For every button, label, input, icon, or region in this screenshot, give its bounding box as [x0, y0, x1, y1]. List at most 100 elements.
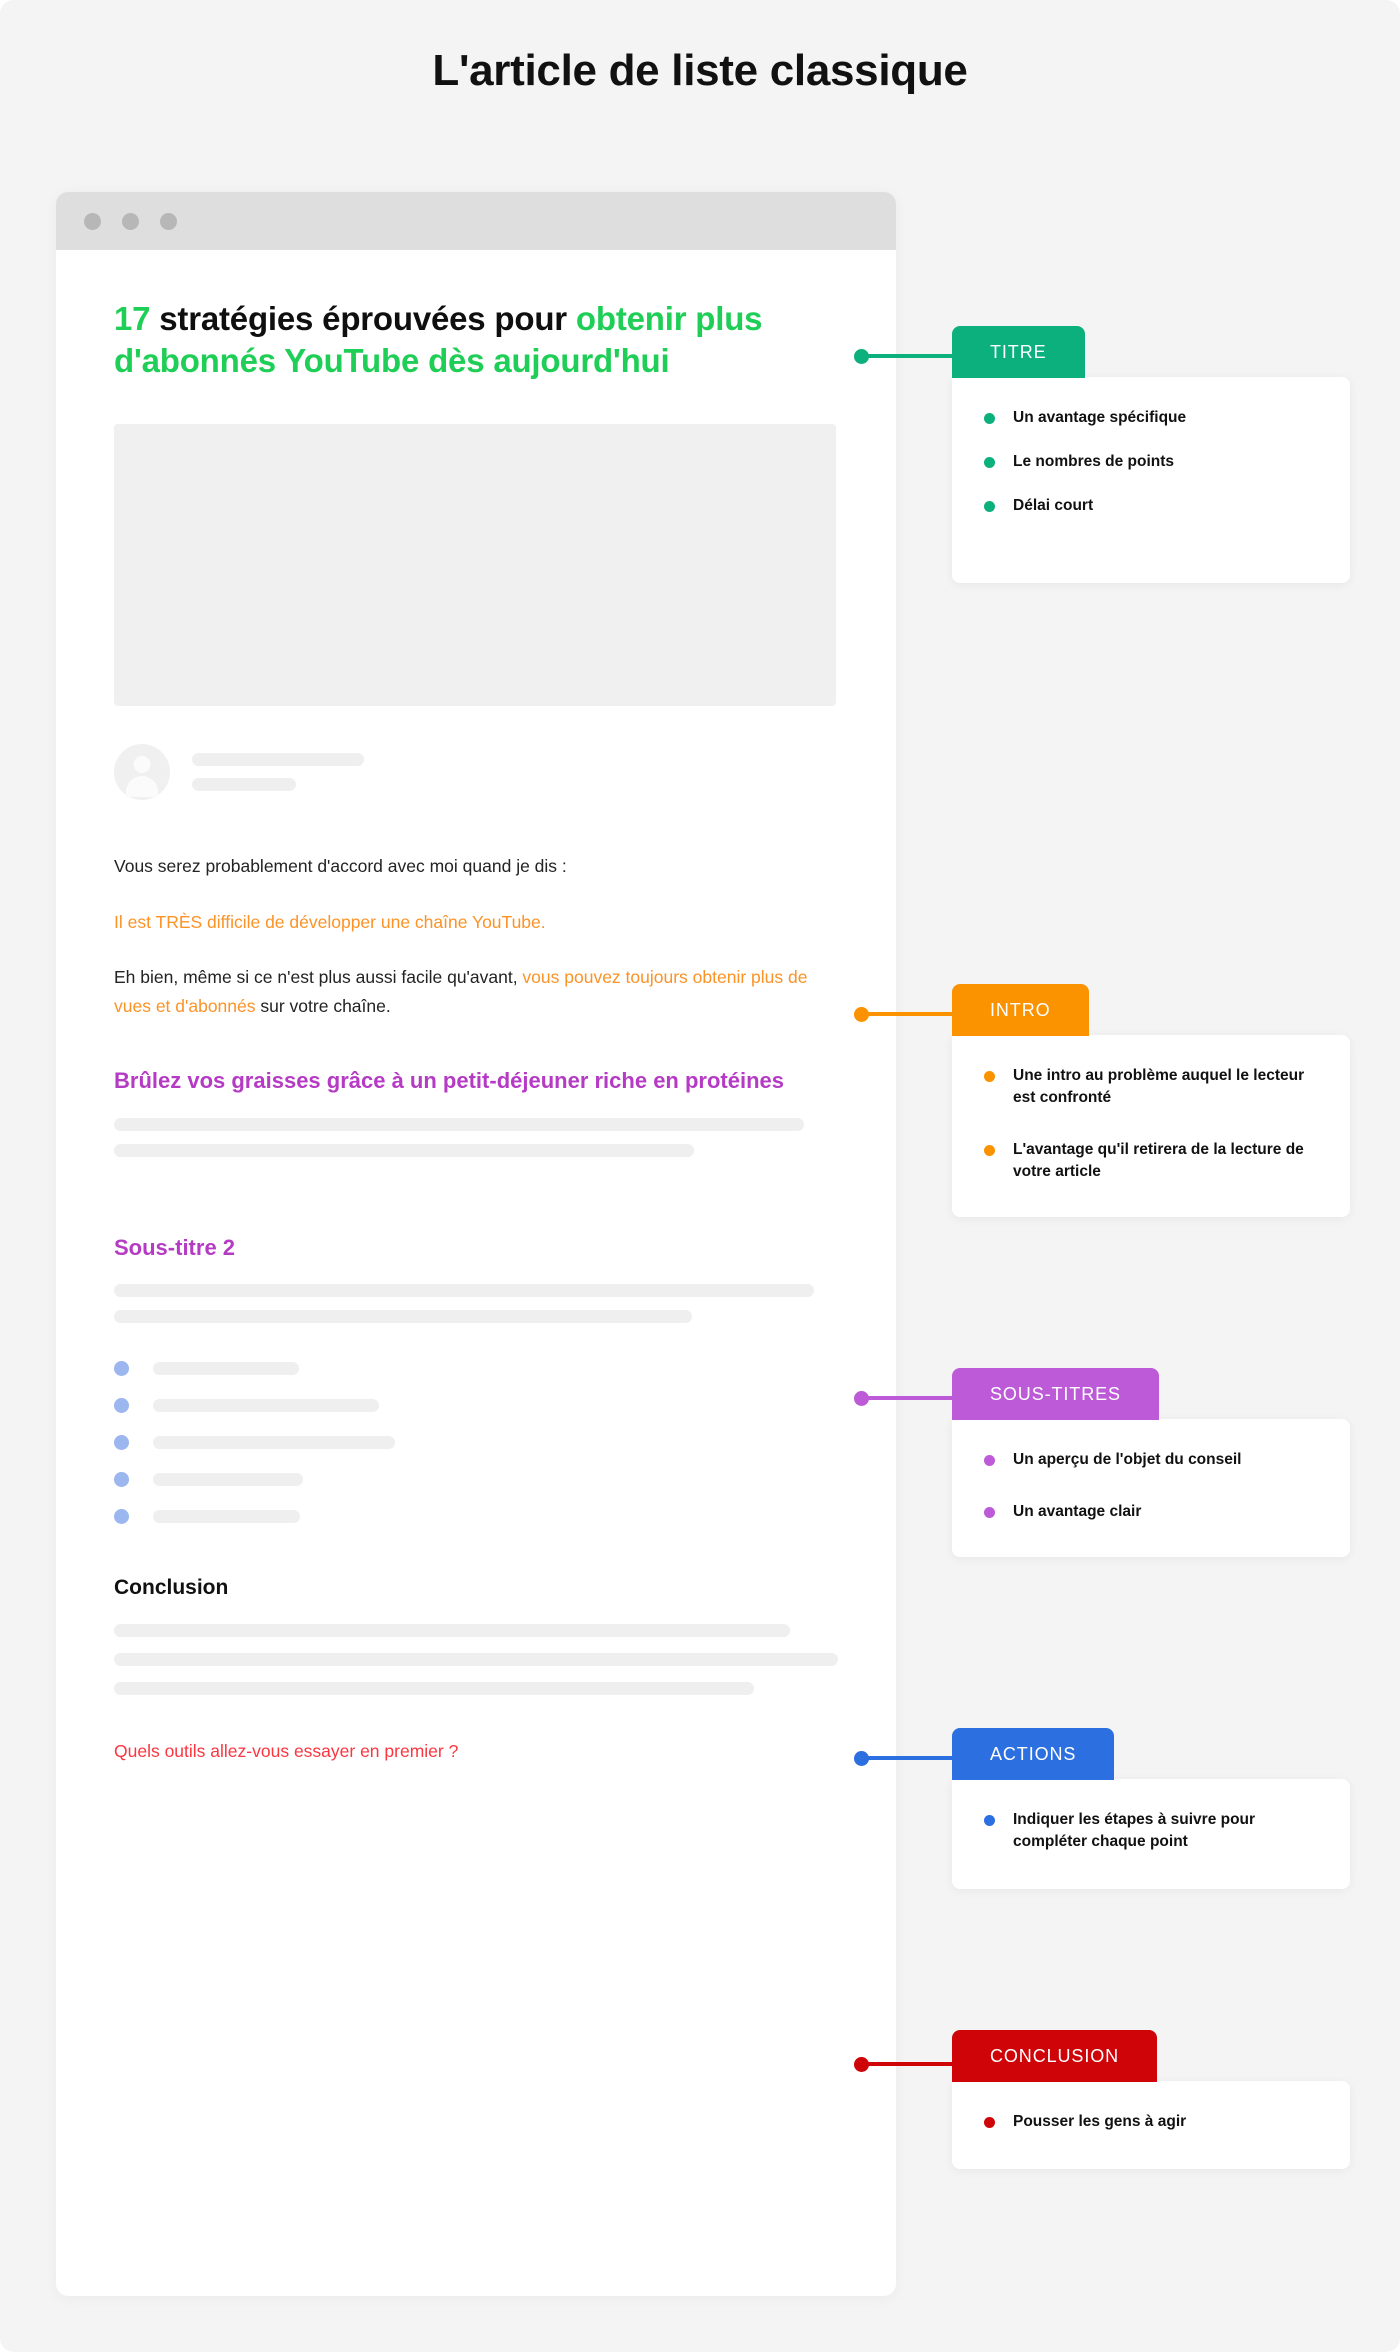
page-title: L'article de liste classique [432, 46, 968, 95]
browser-titlebar [56, 192, 896, 250]
headline-number: 17 [114, 300, 151, 337]
list-item: Le nombres de points [984, 451, 1318, 473]
connector-sous-titres [854, 1391, 953, 1406]
article-body: 17 stratégies éprouvées pour obtenir plu… [56, 250, 896, 2296]
callout-intro: INTRO Une intro au problème auquel le le… [952, 984, 1350, 1218]
intro-paragraph-1: Vous serez probablement d'accord avec mo… [114, 856, 567, 877]
intro-paragraph-3: Eh bien, même si ce n'est plus aussi fac… [114, 963, 838, 1020]
callout-conclusion: CONCLUSION Pousser les gens à agir [952, 2030, 1350, 2170]
callout-item-label: Un avantage clair [1013, 1503, 1142, 1520]
callout-card-conclusion: Pousser les gens à agir [952, 2081, 1350, 2169]
callout-item-label: Une intro au problème auquel le lecteur … [1013, 1067, 1305, 1106]
callout-badge-conclusion[interactable]: CONCLUSION [952, 2030, 1158, 2082]
bullet-dot-icon [984, 413, 995, 424]
callout-item-label: L'avantage qu'il retirera de la lecture … [1013, 1141, 1304, 1180]
callout-item-label: Indiquer les étapes à suivre pour complé… [1013, 1811, 1256, 1850]
skeleton-line [114, 1284, 814, 1298]
intro-p3-tail: sur votre chaîne. [255, 995, 391, 1016]
connector-dot-titre [854, 349, 869, 364]
callout-card-intro: Une intro au problème auquel le lecteur … [952, 1035, 1350, 1217]
list-item: L'avantage qu'il retirera de la lecture … [984, 1139, 1318, 1183]
bullet-dot-icon [984, 2117, 995, 2128]
list-item: Délai court [984, 495, 1318, 517]
page-root: L'article de liste classique 17 stratégi… [0, 0, 1400, 2352]
connector-titre [854, 349, 953, 364]
callout-badge-titre[interactable]: TITRE [952, 326, 1085, 378]
hero-image-placeholder [114, 424, 836, 707]
skeleton-line [153, 1473, 303, 1487]
connector-intro [854, 1007, 953, 1022]
browser-window-mockup: 17 stratégies éprouvées pour obtenir plu… [56, 192, 896, 2296]
author-row [114, 744, 838, 801]
bullet-dot-icon [984, 1455, 995, 1466]
callout-card-sous-titres: Un aperçu de l'objet du conseil Un avant… [952, 1419, 1350, 1557]
skeleton-line [114, 1653, 838, 1667]
callout-badge-actions[interactable]: ACTIONS [952, 1728, 1115, 1780]
connector-dot-sous-titres [854, 1391, 869, 1406]
bullet-dot-icon [984, 457, 995, 468]
conclusion-heading: Conclusion [114, 1576, 229, 1600]
intro-paragraph-2: Il est TRÈS difficile de développer une … [114, 911, 546, 932]
callout-badge-intro[interactable]: INTRO [952, 984, 1089, 1036]
list-item: Un aperçu de l'objet du conseil [984, 1449, 1318, 1471]
headline-black-part: stratégies éprouvées pour [150, 300, 576, 337]
connector-conclusion [854, 2057, 953, 2072]
list-item [114, 1509, 838, 1525]
callout-card-titre: Un avantage spécifique Le nombres de poi… [952, 377, 1350, 583]
bullet-dot-icon [984, 1815, 995, 1826]
subheading-2-body-skeleton [114, 1284, 838, 1324]
author-meta-skeleton [192, 753, 364, 792]
connector-dot-actions [854, 1751, 869, 1766]
callout-item-label: Un avantage spécifique [1013, 409, 1187, 426]
window-dot-maximize-icon[interactable] [160, 212, 177, 230]
callout-item-label: Délai court [1013, 497, 1094, 514]
skeleton-line [153, 1399, 379, 1413]
skeleton-line [114, 1310, 692, 1324]
skeleton-line [114, 1143, 694, 1157]
skeleton-line [192, 778, 296, 792]
bullet-dot-icon [114, 1472, 129, 1488]
list-item: Un avantage spécifique [984, 407, 1318, 429]
skeleton-line [114, 1682, 754, 1696]
window-dot-close-icon[interactable] [84, 212, 101, 230]
bullet-dot-icon [984, 1145, 995, 1156]
callout-item-label: Un aperçu de l'objet du conseil [1013, 1451, 1242, 1468]
skeleton-line [114, 1117, 804, 1131]
callout-item-label: Le nombres de points [1013, 453, 1175, 470]
skeleton-line [153, 1362, 299, 1376]
skeleton-line [192, 753, 364, 767]
list-item [114, 1435, 838, 1451]
connector-dot-conclusion [854, 2057, 869, 2072]
list-item: Pousser les gens à agir [984, 2111, 1318, 2133]
avatar-icon [114, 744, 170, 801]
bullet-dot-icon [984, 1071, 995, 1082]
bullet-dot-icon [114, 1361, 129, 1377]
list-item [114, 1398, 838, 1414]
skeleton-line [153, 1510, 300, 1524]
connector-actions [854, 1751, 953, 1766]
window-dot-minimize-icon[interactable] [122, 212, 139, 230]
callout-titre: TITRE Un avantage spécifique Le nombres … [952, 326, 1350, 584]
callout-sous-titres: SOUS-TITRES Un aperçu de l'objet du cons… [952, 1368, 1350, 1558]
subheading-2: Sous-titre 2 [114, 1234, 236, 1260]
bullet-dot-icon [984, 1507, 995, 1518]
bullet-dot-icon [114, 1435, 129, 1451]
list-item [114, 1472, 838, 1488]
callout-actions: ACTIONS Indiquer les étapes à suivre pou… [952, 1728, 1350, 1890]
intro-p3-lead: Eh bien, même si ce n'est plus aussi fac… [114, 967, 523, 988]
subheading-1: Brûlez vos graisses grâce à un petit-déj… [114, 1067, 785, 1093]
list-item [114, 1361, 838, 1377]
action-bullet-list [114, 1361, 838, 1525]
bullet-dot-icon [114, 1509, 129, 1525]
bullet-dot-icon [114, 1398, 129, 1414]
callout-item-label: Pousser les gens à agir [1013, 2113, 1187, 2130]
list-item: Une intro au problème auquel le lecteur … [984, 1065, 1318, 1109]
bullet-dot-icon [984, 501, 995, 512]
conclusion-body-skeleton [114, 1624, 838, 1696]
skeleton-line [114, 1624, 790, 1638]
callout-card-actions: Indiquer les étapes à suivre pour complé… [952, 1779, 1350, 1889]
callout-badge-sous-titres[interactable]: SOUS-TITRES [952, 1368, 1159, 1420]
connector-dot-intro [854, 1007, 869, 1022]
list-item: Un avantage clair [984, 1501, 1318, 1523]
closing-question: Quels outils allez-vous essayer en premi… [114, 1741, 459, 1762]
